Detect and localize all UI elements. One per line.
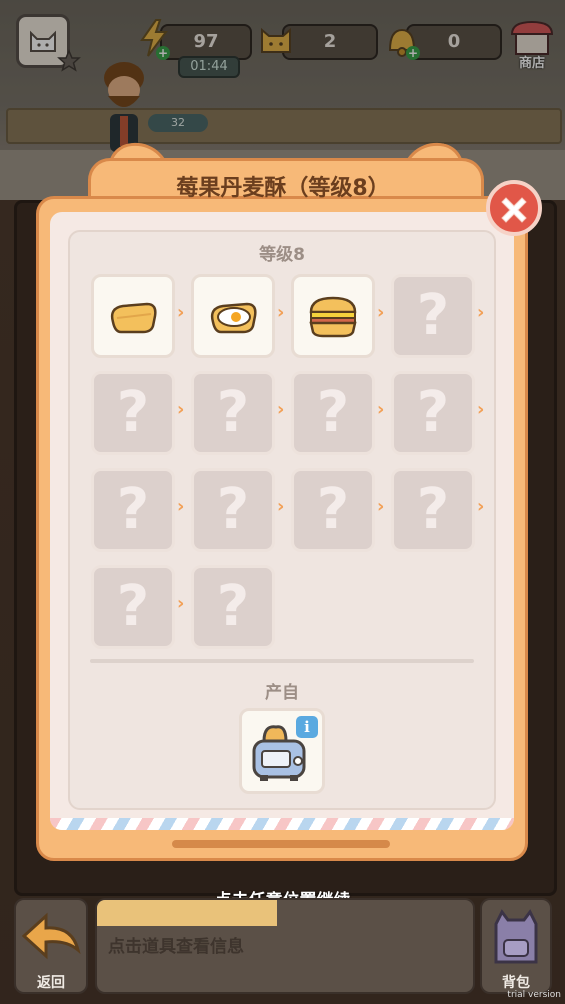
bag-label: 背包 xyxy=(502,975,530,991)
merge-chain-slot[interactable]: ? xyxy=(291,371,375,455)
sandwich-icon xyxy=(303,286,363,346)
source-label: 产自 xyxy=(265,683,299,703)
bag-button[interactable]: 背包 xyxy=(480,898,552,994)
popup-title: 莓果丹麦酥（等级8） xyxy=(176,176,390,201)
question-icon: ? xyxy=(316,380,350,445)
close-button[interactable] xyxy=(486,180,542,236)
merge-chain-slot[interactable]: ? xyxy=(91,468,175,552)
question-icon: ? xyxy=(116,477,150,542)
merge-chain-slot[interactable]: ? xyxy=(391,468,475,552)
merge-chain-slot[interactable] xyxy=(291,274,375,358)
toast-icon xyxy=(103,286,163,346)
merge-chain-slot[interactable]: ? xyxy=(191,565,275,649)
chain-arrow-icon: › xyxy=(277,399,285,420)
question-icon: ? xyxy=(416,283,450,348)
chain-arrow-icon: › xyxy=(477,302,485,323)
merge-chain-slot[interactable] xyxy=(191,274,275,358)
trial-watermark: trial version xyxy=(507,990,561,1000)
question-icon: ? xyxy=(416,380,450,445)
backpack-icon xyxy=(494,909,538,964)
question-icon: ? xyxy=(316,477,350,542)
chain-arrow-icon: › xyxy=(177,496,185,517)
merge-chain-slot[interactable]: ? xyxy=(191,468,275,552)
question-icon: ? xyxy=(416,477,450,542)
chain-arrow-icon: › xyxy=(177,399,185,420)
question-icon: ? xyxy=(116,574,150,639)
chain-arrow-icon: › xyxy=(177,593,185,614)
info-box-header xyxy=(97,900,277,926)
close-icon xyxy=(501,197,527,223)
back-arrow-icon xyxy=(21,912,81,960)
info-icon[interactable]: i xyxy=(296,716,318,738)
item-info-placeholder: 点击道具查看信息 xyxy=(108,937,244,957)
chain-arrow-icon: › xyxy=(277,496,285,517)
chain-arrow-icon: › xyxy=(477,496,485,517)
merge-chain-slot[interactable]: ? xyxy=(391,274,475,358)
merge-chain-slot[interactable]: ? xyxy=(391,371,475,455)
chain-arrow-icon: › xyxy=(377,302,385,323)
section-divider xyxy=(90,659,474,663)
popup-stripe-border xyxy=(50,818,514,830)
egg-toast-icon xyxy=(203,286,263,346)
merge-chain-slot[interactable]: ? xyxy=(191,371,275,455)
merge-chain-slot[interactable] xyxy=(91,274,175,358)
chain-arrow-icon: › xyxy=(177,302,185,323)
question-icon: ? xyxy=(216,477,250,542)
popup-bottom-strip xyxy=(172,840,390,848)
merge-chain-slot[interactable]: ? xyxy=(91,371,175,455)
merge-chain-slot[interactable]: ? xyxy=(291,468,375,552)
chain-arrow-icon: › xyxy=(377,496,385,517)
back-button[interactable]: 返回 xyxy=(14,898,88,994)
question-icon: ? xyxy=(216,574,250,639)
chain-arrow-icon: › xyxy=(377,399,385,420)
chain-arrow-icon: › xyxy=(277,302,285,323)
back-label: 返回 xyxy=(37,975,65,991)
question-icon: ? xyxy=(216,380,250,445)
chain-arrow-icon: › xyxy=(477,399,485,420)
merge-chain-slot[interactable]: ? xyxy=(91,565,175,649)
question-icon: ? xyxy=(116,380,150,445)
level-label: 等级8 xyxy=(259,245,305,265)
